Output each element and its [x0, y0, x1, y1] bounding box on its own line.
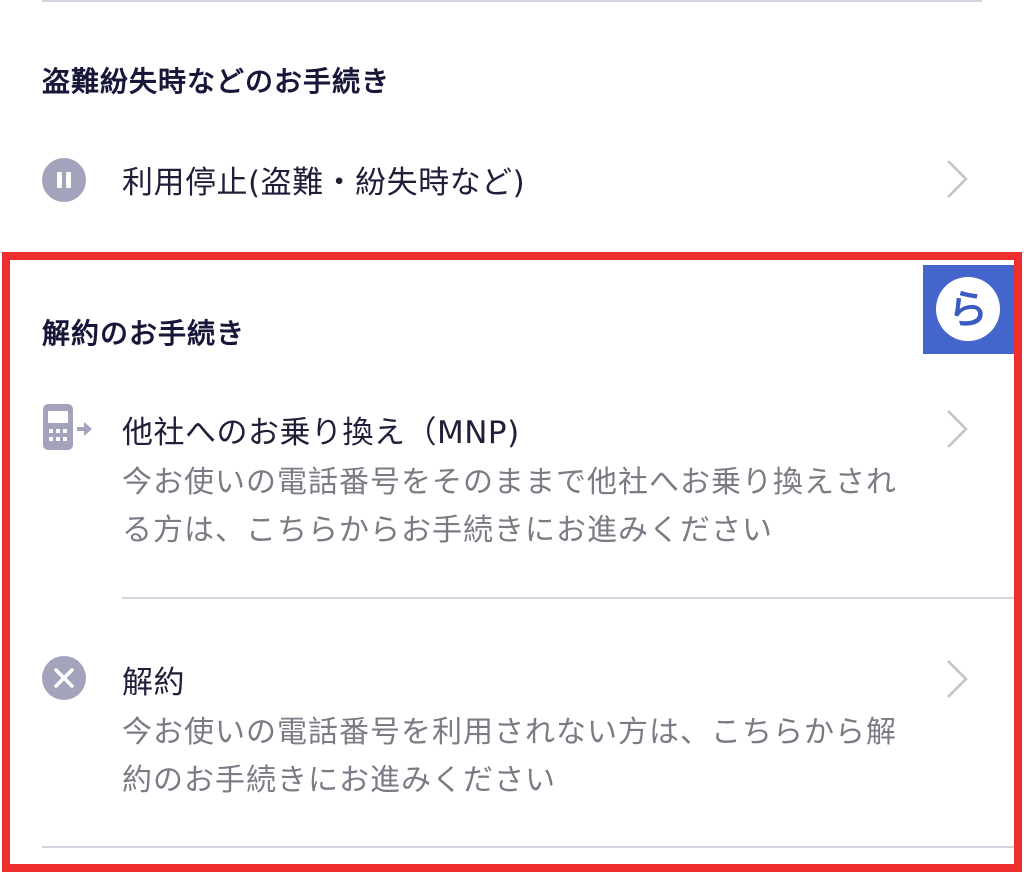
pause-icon [42, 158, 86, 202]
chevron-right-icon [942, 407, 972, 451]
item-divider [122, 597, 1014, 599]
cancel-contract-row[interactable]: 解約 今お使いの電話番号を利用されない方は、こちらから解約のお手続きにお進みくだ… [0, 650, 1024, 810]
cancel-contract-label: 解約 [122, 665, 185, 701]
theft-section-heading: 盗難紛失時などのお手続き [42, 65, 391, 98]
phone-transfer-icon [42, 402, 94, 452]
cancel-contract-description: 今お使いの電話番号を利用されない方は、こちらから解約のお手続きにお進みください [122, 715, 897, 798]
logo-glyph: ら [948, 287, 988, 333]
mnp-transfer-description: 今お使いの電話番号をそのままで他社へお乗り換えされる方は、こちらからお手続きにお… [122, 465, 897, 548]
suspend-service-label: 利用停止(盗難・紛失時など) [122, 165, 526, 201]
suspend-service-row[interactable]: 利用停止(盗難・紛失時など) [0, 150, 1024, 210]
cancel-section-heading: 解約のお手続き [42, 317, 246, 350]
site-logo-badge: ら [923, 265, 1014, 354]
mnp-transfer-label: 他社へのお乗り換え（MNP) [122, 415, 520, 451]
top-divider [42, 0, 982, 2]
cancel-x-icon [42, 656, 86, 700]
bottom-divider [42, 846, 1014, 848]
chevron-right-icon [942, 657, 972, 701]
chevron-right-icon [942, 157, 972, 201]
mnp-transfer-row[interactable]: 他社へのお乗り換え（MNP) 今お使いの電話番号をそのままで他社へお乗り換えされ… [0, 400, 1024, 560]
